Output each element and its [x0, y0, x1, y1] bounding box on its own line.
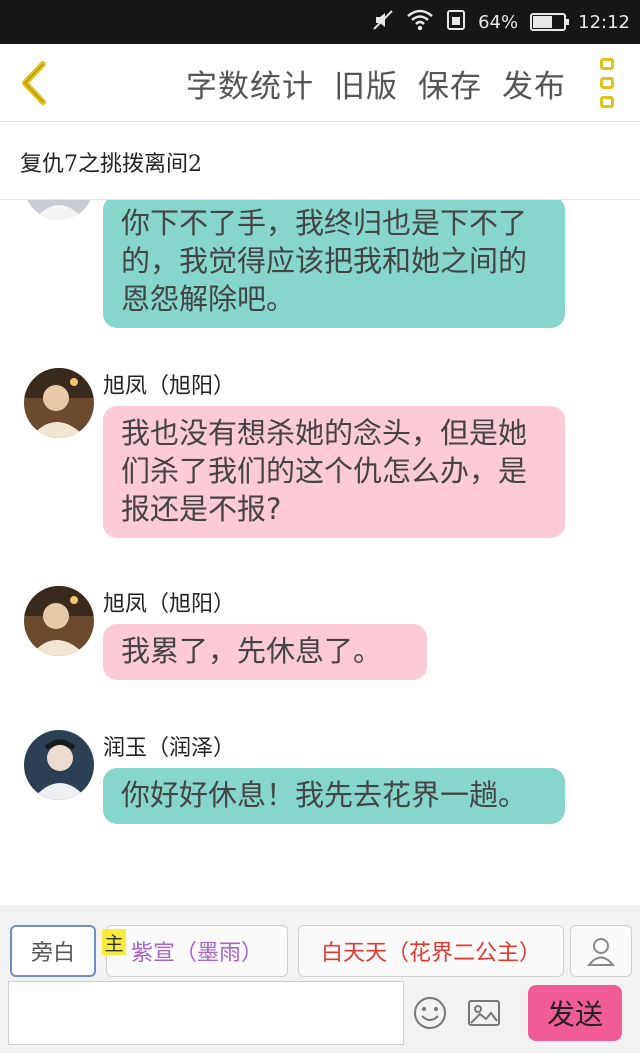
message-input[interactable] [8, 981, 404, 1045]
avatar-xufeng[interactable] [24, 368, 94, 438]
message-bubble[interactable]: 我累了，先休息了。 [103, 624, 427, 680]
add-role-button[interactable] [570, 925, 632, 977]
composer-bar: 旁白 紫宣（墨雨） 主 白天天（花界二公主） 发送 [0, 905, 640, 1053]
more-vertical-icon[interactable] [600, 58, 616, 108]
clock: 12:12 [578, 11, 630, 33]
wifi-icon [406, 9, 434, 36]
word-count-button[interactable]: 字数统计 [186, 61, 314, 106]
message-bubble[interactable]: 我也没有想杀她的念头，但是她们杀了我们的这个仇怎么办，是报还是不报? [103, 406, 565, 538]
speaker-name: 旭凤（旭阳） [103, 592, 236, 617]
narration-button[interactable]: 旁白 [10, 925, 96, 977]
speaker-name: 润玉（润泽） [103, 736, 236, 761]
speaker-name: 旭凤（旭阳） [103, 374, 236, 399]
send-button[interactable]: 发送 [528, 985, 622, 1041]
story-title-bar: 复仇7之挑拨离间2 [0, 122, 640, 200]
role-button-zixuan[interactable]: 紫宣（墨雨） [106, 925, 288, 977]
avatar-xufeng[interactable] [24, 586, 94, 656]
message-bubble[interactable]: 你好好休息！我先去花界一趟。 [103, 768, 565, 824]
chevron-left-icon [22, 61, 46, 105]
emoji-icon[interactable] [412, 995, 448, 1031]
sim-icon [446, 9, 466, 36]
avatar-runyu[interactable] [24, 730, 94, 800]
top-nav: 字数统计 旧版 保存 发布 [0, 44, 640, 122]
status-bar: 64% 12:12 [0, 0, 640, 44]
battery-percent: 64% [478, 11, 519, 33]
old-version-button[interactable]: 旧版 [334, 61, 398, 106]
mute-icon [372, 9, 394, 36]
publish-button[interactable]: 发布 [502, 61, 566, 106]
avatar-runyu[interactable] [24, 200, 94, 220]
chat-area[interactable]: 你下不了手，我终归也是下不了的，我觉得应该把我和她之间的恩怨解除吧。 旭凤（旭阳… [0, 200, 640, 905]
battery-icon [530, 13, 570, 31]
message-bubble[interactable]: 你下不了手，我终归也是下不了的，我觉得应该把我和她之间的恩怨解除吧。 [103, 200, 565, 328]
save-button[interactable]: 保存 [418, 61, 482, 106]
back-button[interactable] [14, 56, 54, 110]
role-button-baitiantian[interactable]: 白天天（花界二公主） [298, 925, 564, 977]
story-title: 复仇7之挑拨离间2 [20, 152, 202, 177]
image-icon[interactable] [466, 995, 502, 1031]
person-icon [587, 938, 615, 966]
main-role-tag: 主 [102, 929, 126, 955]
